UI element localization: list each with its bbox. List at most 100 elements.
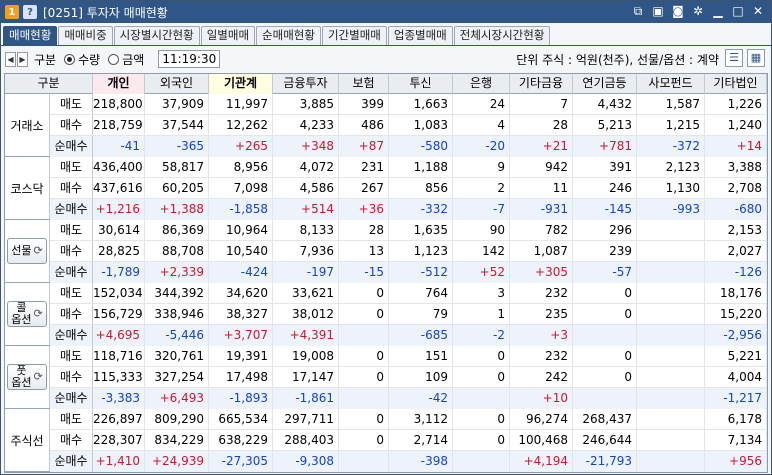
table-row[interactable]: 순매수 -3,383 +6,493 -1,893 -1,861 -42 +10 -1,217 [50,388,767,409]
row-label: 순매수 [50,325,93,346]
table-row[interactable]: 순매수 +1,216 +1,388 -1,858 +514 +36 -332 -7 -931 -1… [50,199,767,220]
table-row[interactable]: 매수 218,759 37,544 12,262 4,233 486 1,083 4 28 5,2… [50,115,767,136]
table-cell: -126 [705,262,767,283]
next-arrow-icon[interactable]: ▶ [17,51,28,67]
list-view-icon[interactable]: ☰ [725,49,743,67]
table-row[interactable]: 매도 436,400 58,817 8,956 4,072 231 1,188 9 942 391… [50,157,767,178]
group-toggle-button[interactable]: 풋 옵션 ⟳ [7,364,47,390]
tab-6[interactable]: 업종별매매 [387,26,453,45]
radio-amount[interactable]: 금액 [108,51,144,68]
table-row[interactable]: 매수 156,729 338,946 38,327 38,012 0 79 1 235 0 15,2… [50,304,767,325]
group-toggle-button[interactable]: 선물 ⟳ [7,238,47,264]
col-header-6[interactable]: 보험 [339,74,389,94]
table-row[interactable]: 매수 28,825 88,708 10,540 7,936 13 1,123 142 1,087… [50,241,767,262]
table-cell: 218,759 [93,115,145,135]
table-cell: 6,178 [705,409,767,429]
row-label: 매수 [50,178,93,198]
table-cell: 1,635 [389,220,453,240]
tab-1[interactable]: 매매비중 [58,26,113,45]
tab-7[interactable]: 전체시장시간현황 [453,26,551,45]
row-label: 매수 [50,304,93,324]
table-cell [637,241,705,261]
group-name-label: 주식선 [10,433,44,448]
table-row[interactable]: 순매수 +4,695 -5,446 +3,707 +4,391 -685 -2 +3 -2,95… [50,325,767,346]
save-icon[interactable]: ▣ [651,4,665,18]
table-row[interactable]: 매도 218,800 37,909 11,997 3,885 399 1,663 24 7 4,4… [50,94,767,115]
table-cell: 100,468 [510,430,573,450]
table-cell: 28,825 [93,241,145,261]
tab-0[interactable]: 매매현황 [3,26,58,45]
table-cell: 320,761 [145,346,209,366]
table-cell: -680 [705,199,767,220]
minimize-icon[interactable]: ▁ [711,4,725,18]
radio-unchecked-icon[interactable] [108,53,120,65]
group-block: 코스닥 매도 436,400 58,817 8,956 4,072 231 1,188 9 942… [5,157,767,220]
excel-export-icon[interactable]: ▦ [747,49,765,67]
table-row[interactable]: 매수 437,616 60,205 7,098 4,586 267 856 2 11 246 1,1… [50,178,767,199]
table-cell: 142 [453,241,510,261]
table-cell: 665,534 [209,409,273,429]
table-row[interactable]: 순매수 -41 -365 +265 +348 +87 -580 -20 +21 +781 -372 +… [50,136,767,157]
col-header-9[interactable]: 기타금융 [510,74,573,94]
table-cell: +87 [339,136,389,157]
col-header-8[interactable]: 은행 [453,74,510,94]
table-cell: -42 [389,388,453,409]
radio-quantity[interactable]: 수량 [64,51,100,68]
table-cell: 88,708 [145,241,209,261]
table-cell: +21 [510,136,573,157]
table-cell: 7,936 [273,241,339,261]
col-header-10[interactable]: 연기금등 [573,74,637,94]
table-cell: 1,663 [389,94,453,114]
table-row[interactable]: 매도 226,897 809,290 665,534 297,711 0 3,112 0 96,… [50,409,767,430]
table-cell: 1,123 [389,241,453,261]
table-row[interactable]: 매수 115,333 327,254 17,498 17,147 0 109 0 242 0 4,0… [50,367,767,388]
tab-4[interactable]: 순매매현황 [256,26,321,45]
col-header-3[interactable]: 외국인 [145,74,209,94]
group-name[interactable]: 콜 옵션 ⟳ [5,283,50,345]
table-row[interactable]: 매도 118,716 320,761 19,391 19,008 0 151 0 232 0 5,2… [50,346,767,367]
col-header-11[interactable]: 사모펀드 [637,74,705,94]
row-label: 매수 [50,430,93,450]
table-cell: 228,307 [93,430,145,450]
table-row[interactable]: 매수 228,307 834,229 638,229 288,403 0 2,714 0 100… [50,430,767,451]
maximize-icon[interactable]: □ [731,4,745,18]
table-cell: 764 [389,283,453,303]
window-link-icon[interactable]: ⧉ [631,4,645,18]
tab-5[interactable]: 기간별매매 [321,26,387,45]
table-cell: +1,410 [93,451,145,472]
table-cell: 10,964 [209,220,273,240]
table-row[interactable]: 순매수 -1,789 +2,339 -424 -197 -15 -512 +52 +305 -57… [50,262,767,283]
col-header-5[interactable]: 금융투자 [273,74,339,94]
screen-number-badge[interactable]: 1 [5,5,19,19]
table-row[interactable]: 매도 30,614 86,369 10,964 8,133 28 1,635 90 782 296… [50,220,767,241]
group-toggle-button[interactable]: 콜 옵션 ⟳ [7,301,47,327]
time-input[interactable]: 11:19:30 [158,50,221,68]
table-cell: +6,493 [145,388,209,409]
table-row[interactable]: 매도 152,034 344,392 34,620 33,621 0 764 3 232 0 18,… [50,283,767,304]
gear-icon[interactable]: ✲ [691,4,705,18]
group-name[interactable]: 풋 옵션 ⟳ [5,346,50,408]
table-cell: -372 [637,136,705,157]
radio-checked-icon[interactable] [64,53,76,65]
table-cell [637,346,705,366]
help-icon[interactable]: ? [23,5,37,19]
table-cell: +3 [510,325,573,346]
table-row[interactable]: 순매수 +1,410 +24,939 -27,305 -9,308 -398 +4,194-… [50,451,767,472]
table-cell: -145 [573,199,637,220]
table-cell: 2,027 [705,241,767,261]
table-cell: 60,205 [145,178,209,198]
camera-icon[interactable]: ◙ [671,4,685,18]
group-name[interactable]: 선물 ⟳ [5,220,50,282]
table-cell: 4,004 [705,367,767,387]
table-cell: +1,388 [145,199,209,220]
col-header-4[interactable]: 기관계 [209,74,273,94]
close-icon[interactable]: ✕ [751,4,765,18]
tab-2[interactable]: 시장별시간현황 [113,26,200,45]
tab-3[interactable]: 일별매매 [200,26,256,45]
col-header-2[interactable]: 개인 [93,74,145,94]
table-cell: 109 [389,367,453,387]
col-header-7[interactable]: 투신 [389,74,453,94]
col-header-12[interactable]: 기타법인 [705,74,767,94]
col-header-0[interactable]: 구분 [5,74,93,94]
prev-arrow-icon[interactable]: ◀ [5,51,16,67]
